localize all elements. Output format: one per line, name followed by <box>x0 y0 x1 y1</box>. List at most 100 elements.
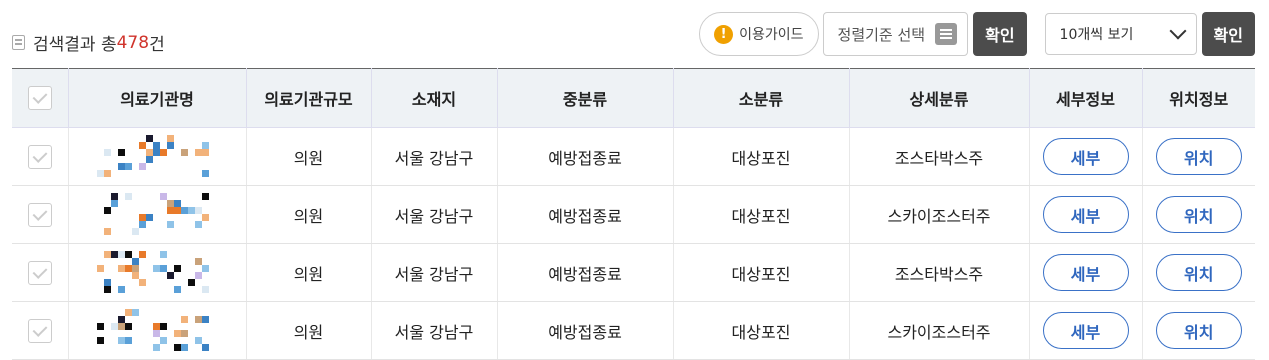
detail-button[interactable]: 세부 <box>1042 312 1129 349</box>
mosaic-pixel <box>125 192 132 200</box>
mosaic-pixel <box>174 206 181 214</box>
page-size-confirm-button[interactable]: 확인 <box>1201 12 1255 56</box>
mosaic-pixel <box>139 213 146 221</box>
mosaic-pixel <box>174 343 181 351</box>
mosaic-pixel <box>167 220 174 228</box>
mosaic-pixel <box>167 271 174 279</box>
mosaic-pixel <box>118 315 125 323</box>
mosaic-pixel <box>97 322 104 330</box>
small-category-cell: 대상포진 <box>673 185 850 244</box>
mosaic-pixel <box>111 322 118 330</box>
mosaic-pixel <box>195 257 202 265</box>
mosaic-pixel <box>125 308 132 316</box>
mosaic-pixel <box>118 162 125 170</box>
row-checkbox[interactable] <box>27 318 52 343</box>
guide-button[interactable]: ! 이용가이드 <box>699 12 819 56</box>
mosaic-pixel <box>195 315 202 323</box>
obscured-name-mosaic <box>97 192 217 237</box>
mosaic-pixel <box>174 285 181 293</box>
sort-label: 정렬기준 선택 <box>837 25 926 44</box>
table-row: 의원 서울 강남구 예방접종료 대상포진 스카이조스터주 세부 위치 <box>12 301 1255 360</box>
mosaic-pixel <box>202 192 209 200</box>
mosaic-pixel <box>160 336 167 344</box>
toolbar: ! 이용가이드 정렬기준 선택 확인 10개씩 보기 확인 <box>699 12 1255 56</box>
location-button[interactable]: 위치 <box>1155 254 1242 291</box>
table-header-row: 의료기관명 의료기관규모 소재지 중분류 소분류 상세분류 세부정보 위치정보 <box>12 68 1255 128</box>
sort-confirm-button[interactable]: 확인 <box>973 12 1027 56</box>
mosaic-pixel <box>139 162 146 170</box>
detail-button[interactable]: 세부 <box>1042 196 1129 233</box>
detail-button[interactable]: 세부 <box>1042 254 1129 291</box>
mosaic-pixel <box>167 134 174 142</box>
mosaic-pixel <box>160 250 167 258</box>
mosaic-pixel <box>153 343 160 351</box>
col-header: 세부정보 <box>1029 68 1143 128</box>
mosaic-pixel <box>97 169 104 177</box>
detail-category-cell: 스카이조스터주 <box>849 185 1030 244</box>
col-header: 위치정보 <box>1142 68 1255 128</box>
mosaic-pixel <box>202 285 209 293</box>
result-suffix: 건 <box>149 35 165 55</box>
document-icon <box>12 35 25 50</box>
mosaic-pixel <box>181 148 188 156</box>
mosaic-pixel <box>195 148 202 156</box>
location-button[interactable]: 위치 <box>1155 138 1242 175</box>
mosaic-pixel <box>104 206 111 214</box>
location-button[interactable]: 위치 <box>1155 196 1242 233</box>
mosaic-pixel <box>139 220 146 228</box>
mosaic-pixel <box>160 264 167 272</box>
mosaic-pixel <box>146 148 153 156</box>
mosaic-pixel <box>195 336 202 344</box>
mosaic-pixel <box>111 250 118 258</box>
col-header: 상세분류 <box>849 68 1030 128</box>
scale-cell: 의원 <box>246 243 372 302</box>
mosaic-pixel <box>195 271 202 279</box>
mosaic-pixel <box>153 322 160 330</box>
location-cell: 서울 강남구 <box>371 301 498 360</box>
row-checkbox[interactable] <box>27 202 52 227</box>
mosaic-pixel <box>153 141 160 149</box>
small-category-cell: 대상포진 <box>673 301 850 360</box>
location-button[interactable]: 위치 <box>1155 312 1242 349</box>
mosaic-pixel <box>104 285 111 293</box>
mosaic-pixel <box>174 264 181 272</box>
mosaic-pixel <box>153 264 160 272</box>
mosaic-pixel <box>195 206 202 214</box>
mosaic-pixel <box>118 322 125 330</box>
mosaic-pixel <box>146 213 153 221</box>
page-size-value: 10개씩 보기 <box>1059 27 1134 43</box>
mosaic-pixel <box>104 227 111 235</box>
select-all-checkbox[interactable] <box>27 86 52 110</box>
mosaic-pixel <box>160 148 167 156</box>
mosaic-pixel <box>139 141 146 149</box>
row-checkbox[interactable] <box>27 260 52 285</box>
mosaic-pixel <box>202 169 209 177</box>
mosaic-pixel <box>132 227 139 235</box>
list-icon <box>935 23 958 45</box>
mosaic-pixel <box>139 250 146 258</box>
mosaic-pixel <box>181 329 188 337</box>
mosaic-pixel <box>118 285 125 293</box>
small-category-cell: 대상포진 <box>673 127 850 186</box>
chevron-down-icon <box>1169 22 1187 40</box>
mosaic-pixel <box>181 315 188 323</box>
sort-select-button[interactable]: 정렬기준 선택 <box>822 12 969 56</box>
mosaic-pixel <box>125 250 132 258</box>
row-checkbox[interactable] <box>27 144 52 169</box>
detail-button[interactable]: 세부 <box>1042 138 1129 175</box>
col-header: 소분류 <box>673 68 850 128</box>
mid-category-cell: 예방접종료 <box>497 243 674 302</box>
mosaic-pixel <box>132 308 139 316</box>
mid-category-cell: 예방접종료 <box>497 185 674 244</box>
mosaic-pixel <box>153 148 160 156</box>
obscured-name-mosaic <box>97 134 217 179</box>
page-size-select[interactable]: 10개씩 보기 <box>1044 13 1197 55</box>
col-header: 소재지 <box>371 68 498 128</box>
select-all-cell <box>12 68 69 128</box>
mosaic-pixel <box>202 315 209 323</box>
location-cell: 서울 강남구 <box>371 243 498 302</box>
small-category-cell: 대상포진 <box>673 243 850 302</box>
mosaic-pixel <box>174 329 181 337</box>
mosaic-pixel <box>202 213 209 221</box>
table-row: 의원 서울 강남구 예방접종료 대상포진 조스타박스주 세부 위치 <box>12 127 1255 186</box>
